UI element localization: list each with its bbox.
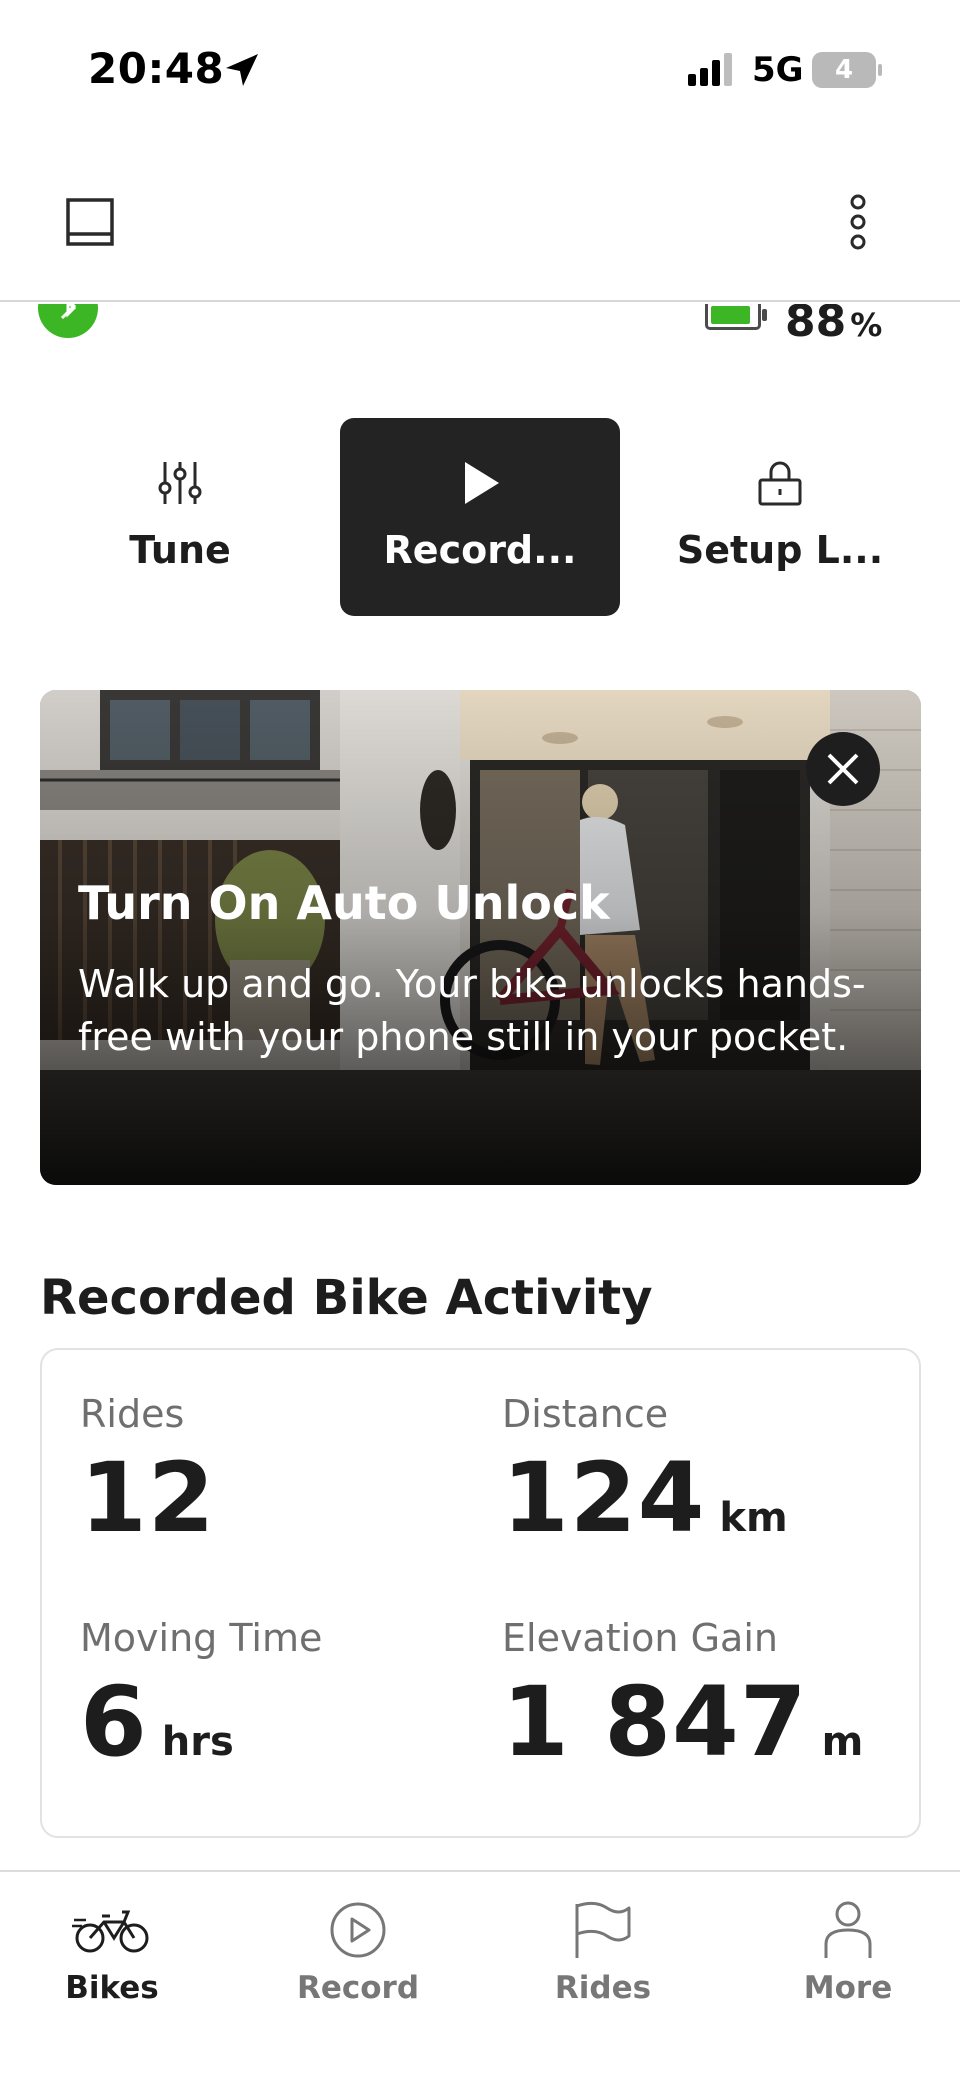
tab-label: More xyxy=(803,1970,893,2006)
system-battery-level: 4 xyxy=(812,52,876,88)
network-type: 5G xyxy=(752,50,804,90)
person-icon xyxy=(824,1901,872,1958)
location-arrow-icon xyxy=(226,54,258,86)
record-label: Record... xyxy=(383,528,577,572)
sidebar-icon[interactable] xyxy=(64,192,116,252)
stat-value: 12 xyxy=(80,1442,216,1554)
stat-label: Distance xyxy=(502,1392,669,1436)
stat-unit: km xyxy=(719,1495,788,1541)
play-icon xyxy=(465,462,499,504)
status-time: 20:48 xyxy=(88,44,225,93)
stat-label: Moving Time xyxy=(80,1616,323,1660)
cellular-signal-icon xyxy=(688,53,732,86)
promo-body: Walk up and go. Your bike unlocks hands-… xyxy=(78,962,866,1059)
tab-bikes[interactable]: Bikes xyxy=(0,1890,232,2010)
stat-unit: m xyxy=(821,1719,864,1765)
tab-label: Record xyxy=(296,1970,420,2006)
stat-value: 124 xyxy=(502,1442,706,1554)
stat-moving-time: Moving Time 6 hrs xyxy=(80,1616,500,1831)
flag-icon xyxy=(575,1901,631,1958)
activity-stats-card[interactable]: Rides 12 Distance 124 km Moving Time 6 hrs… xyxy=(40,1348,921,1838)
stat-unit: hrs xyxy=(161,1719,234,1765)
status-bar: 20:48 5G 4 xyxy=(0,0,960,140)
tab-more[interactable]: More xyxy=(728,1890,960,2010)
stat-value: 1 847 xyxy=(502,1666,808,1778)
bottom-tab-bar: Bikes Record Rides More xyxy=(0,1870,960,2081)
more-vertical-icon[interactable] xyxy=(840,192,876,252)
tune-label: Tune xyxy=(129,528,231,572)
setup-lock-label: Setup L... xyxy=(676,528,884,572)
system-battery-icon: 4 xyxy=(812,52,882,88)
stat-distance: Distance 124 km xyxy=(502,1392,922,1607)
stat-label: Rides xyxy=(80,1392,185,1436)
stat-value: 6 xyxy=(80,1666,148,1778)
promo-title: Turn On Auto Unlock xyxy=(78,876,610,930)
tab-label: Rides xyxy=(554,1970,652,2006)
bike-icon xyxy=(72,1910,149,1953)
record-button[interactable]: Record... xyxy=(340,418,620,616)
tab-label: Bikes xyxy=(65,1970,159,2006)
setup-lock-button[interactable]: Setup L... xyxy=(640,418,920,616)
promo-photo xyxy=(40,690,921,1185)
stat-rides: Rides 12 xyxy=(80,1392,500,1607)
app-header xyxy=(0,140,960,302)
tab-record[interactable]: Record xyxy=(238,1890,478,2010)
auto-unlock-promo-card[interactable]: Turn On Auto Unlock Walk up and go. Your… xyxy=(40,690,921,1185)
bluetooth-icon xyxy=(38,304,98,338)
tune-button[interactable]: Tune xyxy=(40,418,320,616)
quick-actions: Tune Record... Setup L... xyxy=(0,418,960,616)
close-icon[interactable] xyxy=(806,732,880,806)
sliders-icon xyxy=(158,462,202,504)
stat-label: Elevation Gain xyxy=(502,1616,778,1660)
activity-section-title: Recorded Bike Activity xyxy=(40,1270,653,1326)
bike-battery-icon xyxy=(705,304,767,330)
lock-icon xyxy=(758,461,802,506)
stat-elevation-gain: Elevation Gain 1 847 m xyxy=(502,1616,922,1831)
play-circle-icon xyxy=(330,1902,386,1958)
bike-status-row: 88% xyxy=(0,304,960,350)
bike-battery-percent: 88% xyxy=(785,304,883,347)
tab-rides[interactable]: Rides xyxy=(483,1890,723,2010)
